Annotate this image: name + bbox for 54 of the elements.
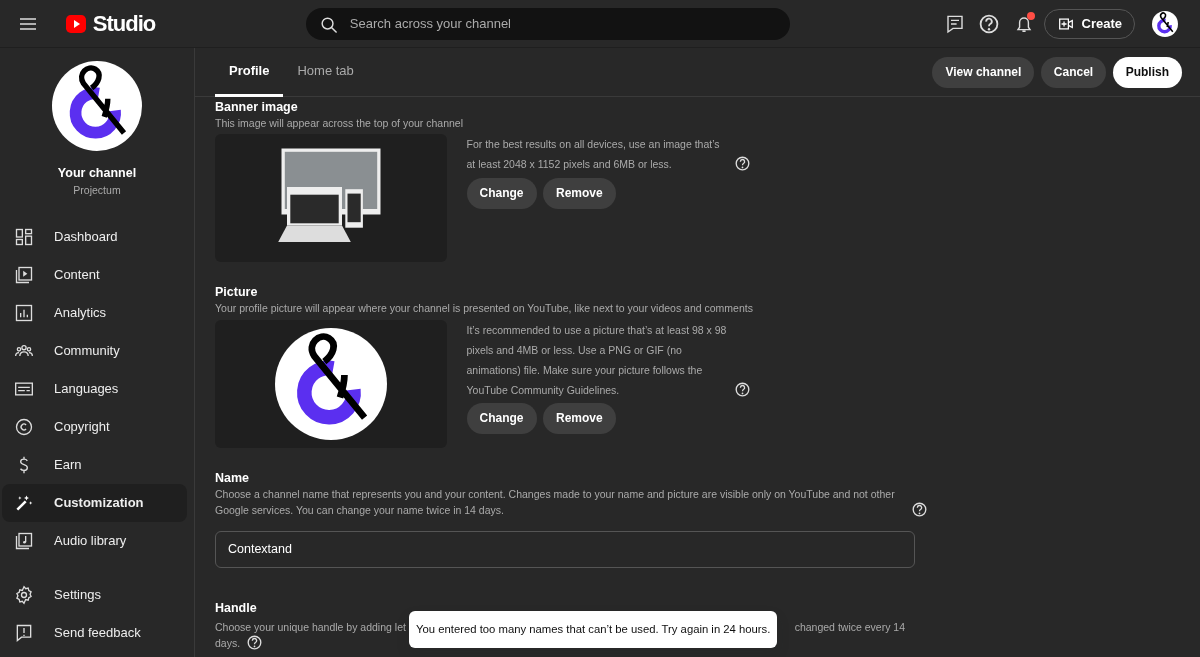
action-button[interactable]: Cancel: [1040, 56, 1107, 88]
sidebar-item[interactable]: Dashboard: [2, 218, 187, 256]
channel-title: Your channel: [57, 165, 137, 182]
sidebar-item[interactable]: Analytics: [2, 294, 187, 332]
section-description: Your profile picture will appear where your channel is presented on YouTube, like next to your videos and comments: [215, 301, 754, 317]
image-action-button[interactable]: Change: [466, 177, 537, 209]
toast-message: You entered too many names that can’t be used. Try again in 24 hours.: [409, 611, 778, 648]
section-heading: Picture: [215, 284, 259, 301]
section-description: This image will appear across the top of your channel: [215, 116, 465, 131]
comment-icon: [944, 13, 965, 34]
sidebar-item[interactable]: Audio library: [2, 522, 187, 560]
help-icon: [911, 501, 927, 517]
tab[interactable]: Profile: [215, 48, 284, 97]
sidebar-item[interactable]: Languages: [2, 370, 187, 408]
logo-text: Studio: [92, 10, 156, 38]
section-heading: Banner image: [215, 99, 299, 115]
dashboard-icon: [14, 227, 34, 247]
music-stack-icon: [14, 531, 34, 551]
info-text: For the best results on all devices, use an image that’s at least 2048 x 1152 pixels and 6MB or less.: [466, 137, 721, 173]
action-button[interactable]: View channel: [932, 56, 1035, 88]
copyright-icon: [14, 417, 34, 437]
bar-chart-icon: [14, 303, 34, 323]
section-heading: Name: [215, 469, 251, 486]
video-plus-icon: [1057, 16, 1076, 31]
tab[interactable]: Home tab: [283, 48, 368, 97]
publish-button[interactable]: Publish: [1112, 56, 1182, 88]
video-stack-icon: [14, 265, 34, 285]
sidebar-item[interactable]: Community: [2, 332, 187, 370]
image-action-button[interactable]: Remove: [543, 177, 616, 209]
name-field[interactable]: Contextand: [215, 530, 915, 568]
section-description: Choose your unique handle by adding let: [215, 619, 406, 635]
sidebar-item[interactable]: Send feedback: [2, 614, 187, 652]
sidebar-item[interactable]: Customization: [2, 484, 187, 522]
sidebar-item[interactable]: Earn: [2, 446, 187, 484]
channel-name: Projectum: [73, 182, 121, 198]
feedback-icon: [14, 623, 34, 643]
info-text: It’s recommended to use a picture that’s at least 98 x 98 pixels and 4MB or less. Use a PNG or GIF (no animations) file. Make sure your picture follows the YouTube Community Guidelines.: [466, 322, 728, 398]
help-icon: [735, 156, 750, 172]
section-description: Choose a channel name that represents you and your content. Changes made to your name and picture are visible only on YouTube and not other Google services. You can change your name twice in 14 days.: [215, 486, 896, 518]
section-heading: Handle: [215, 599, 258, 616]
sidebar-item[interactable]: Copyright: [2, 408, 187, 446]
image-action-button[interactable]: Remove: [543, 402, 616, 434]
sidebar-item[interactable]: Content: [2, 256, 187, 294]
help-icon: [735, 381, 750, 397]
search-field[interactable]: Search across your channel: [305, 7, 790, 40]
help-icon: [979, 13, 1000, 34]
image-action-button[interactable]: Change: [466, 402, 537, 434]
help-icon: [246, 635, 262, 651]
account-avatar: [1152, 10, 1178, 37]
section-description: changed twice every 14: [794, 619, 905, 635]
section-description: days.: [215, 635, 241, 651]
magic-wand-icon: [14, 493, 34, 513]
sidebar-item[interactable]: Settings: [2, 576, 187, 614]
settings-icon: [14, 585, 34, 605]
